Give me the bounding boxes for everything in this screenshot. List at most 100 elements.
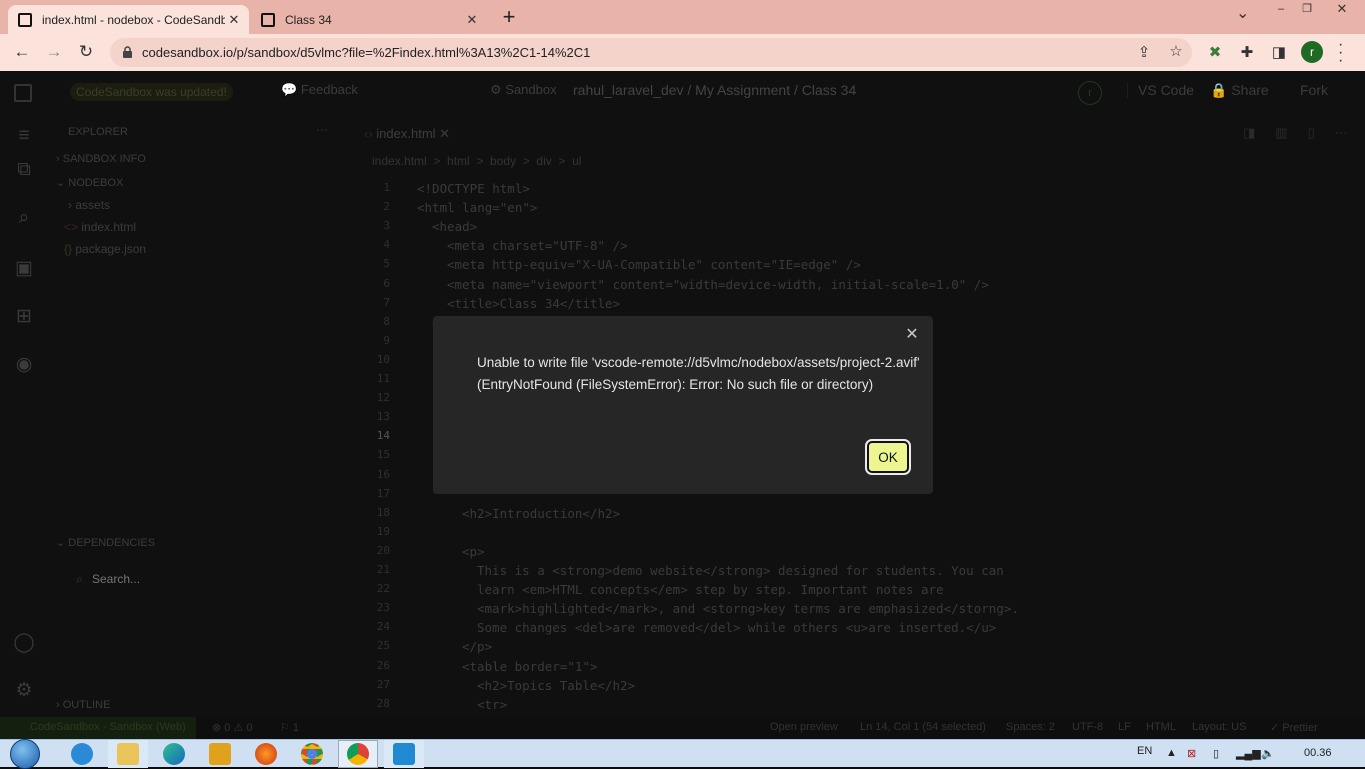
line-number: 10	[376, 352, 390, 366]
file-label: index.html	[81, 220, 137, 234]
firefox-icon[interactable]	[246, 740, 286, 768]
minimize-button[interactable]: –	[1270, 2, 1292, 16]
close-icon[interactable]: ✕	[903, 326, 921, 344]
internet-explorer-icon[interactable]	[62, 740, 102, 768]
code-line: <meta http-equiv="X-UA-Compatible" conte…	[447, 257, 861, 273]
extensions-puzzle-icon[interactable]: ✚	[1237, 43, 1257, 61]
tab-codesandbox[interactable]: index.html - nodebox - CodeSandbox ✕	[8, 5, 249, 34]
volume-icon[interactable]: 🔈	[1261, 747, 1275, 760]
chrome-active-icon[interactable]	[338, 740, 378, 768]
app-menu-icon[interactable]	[14, 84, 32, 102]
dependencies-section[interactable]: ⌄ DEPENDENCIES	[56, 536, 155, 549]
cursor-position[interactable]: Ln 14, Col 1 (54 selected)	[860, 721, 986, 733]
close-window-button[interactable]: ✕	[1326, 2, 1358, 16]
network-disconnected-icon[interactable]: ⊠	[1187, 747, 1196, 760]
code-line: </p>	[462, 639, 493, 655]
account-icon[interactable]: ◯	[12, 631, 36, 655]
codesandbox-favicon-icon	[18, 12, 32, 27]
tab-close-icon[interactable]: ✕	[463, 12, 481, 28]
encoding[interactable]: UTF-8	[1072, 721, 1103, 733]
github-icon[interactable]: ◉	[12, 353, 36, 377]
new-tab-button[interactable]: +	[498, 4, 520, 30]
feedback-button[interactable]: 💬 Feedback	[281, 82, 358, 98]
reload-button[interactable]: ↻	[75, 42, 97, 62]
sandbox-info-section[interactable]: › SANDBOX INFO	[56, 153, 146, 165]
line-number: 25	[376, 639, 390, 653]
fork-button[interactable]: Fork	[1300, 82, 1328, 98]
line-number: 9	[383, 333, 390, 347]
tab-search-button[interactable]: ⌄	[1236, 3, 1249, 23]
update-badge[interactable]: CodeSandbox was updated!	[70, 83, 233, 101]
share-page-icon[interactable]: ⇪	[1134, 43, 1154, 61]
battery-icon[interactable]: ▯	[1213, 747, 1219, 760]
keyboard-layout[interactable]: Layout: US	[1192, 721, 1246, 733]
editor-tab-index-html[interactable]: ‹› index.html ✕	[364, 126, 450, 142]
explorer-icon[interactable]: ⧉	[12, 159, 36, 183]
ports-indicator[interactable]: ⚐ 1	[280, 721, 299, 734]
file-explorer-icon[interactable]	[108, 740, 148, 768]
browser-menu-icon[interactable]: · · ·	[1338, 37, 1343, 69]
close-tab-icon[interactable]: ✕	[439, 126, 450, 141]
file-package-json[interactable]: {} package.json	[64, 242, 146, 256]
extensions-icon[interactable]: ⊞	[12, 305, 36, 329]
search-icon[interactable]: ⌕	[12, 207, 36, 231]
edge-icon[interactable]	[154, 740, 194, 768]
outline-section[interactable]: › OUTLINE	[56, 699, 110, 711]
firefox-glyph-icon	[255, 743, 277, 765]
back-button[interactable]: ←	[11, 42, 33, 62]
remote-indicator[interactable]: CodeSandbox - Sandbox (Web)	[0, 717, 196, 739]
code-line: <table border="1">	[462, 658, 598, 674]
show-hidden-icons[interactable]: ▲	[1166, 747, 1177, 759]
more-actions-icon[interactable]: ···	[316, 122, 328, 136]
prettier-status[interactable]: ✓ Prettier	[1270, 721, 1318, 734]
line-number: 2	[383, 200, 390, 214]
line-number: 14	[376, 429, 390, 443]
start-button[interactable]	[4, 739, 46, 769]
address-bar[interactable]: codesandbox.io/p/sandbox/d5vlmc?file=%2F…	[110, 38, 1192, 67]
profile-avatar[interactable]: r	[1301, 41, 1323, 63]
settings-gear-icon[interactable]: ⚙	[12, 679, 36, 703]
bookmark-star-icon[interactable]: ☆	[1166, 42, 1186, 60]
language-mode[interactable]: HTML	[1146, 721, 1176, 733]
share-label: Share	[1231, 82, 1269, 98]
problems-indicator[interactable]: ⊗ 0 ⚠ 0	[212, 721, 252, 734]
forward-button[interactable]: →	[43, 42, 65, 62]
status-bar: CodeSandbox - Sandbox (Web) ⊗ 0 ⚠ 0 ⚐ 1 …	[0, 717, 1365, 739]
hamburger-menu-icon[interactable]: ≡	[12, 125, 36, 149]
clock[interactable]: 00.36	[1304, 747, 1332, 759]
input-language[interactable]: EN	[1137, 745, 1152, 757]
restore-button[interactable]: ❐	[1296, 2, 1318, 16]
indentation[interactable]: Spaces: 2	[1006, 721, 1055, 733]
section-label: DEPENDENCIES	[68, 537, 156, 549]
line-number: 20	[376, 543, 390, 557]
vscode-button[interactable]: VS Code	[1127, 82, 1204, 98]
end-of-line[interactable]: LF	[1118, 721, 1131, 733]
file-index-html[interactable]: <> index.html	[64, 220, 136, 234]
vscode-taskbar-icon[interactable]	[384, 740, 424, 768]
code-line: Some changes <del>are removed</del> whil…	[477, 620, 997, 636]
chrome-icon[interactable]	[292, 740, 332, 768]
dependency-search-input[interactable]	[92, 569, 322, 589]
signal-icon[interactable]: ▂▄▆	[1236, 747, 1261, 760]
tab-close-icon[interactable]: ✕	[225, 12, 243, 28]
editor-breadcrumb[interactable]: index.html > html > body > div > ul	[372, 154, 581, 168]
share-button[interactable]: 🔒 Share	[1210, 82, 1269, 99]
vscode-glyph-icon	[393, 743, 415, 765]
nodebox-section[interactable]: ⌄ NODEBOX	[56, 176, 123, 189]
code-line: <p>	[462, 543, 485, 559]
ie-glyph-icon	[71, 743, 93, 765]
windows-taskbar: EN ▲ ⊠ ▯ ▂▄▆ 🔈 00.36	[0, 739, 1365, 769]
folder-assets[interactable]: › assets	[68, 198, 110, 212]
terminal-icon[interactable]: ▣	[12, 257, 36, 281]
tab-class-34[interactable]: Class 34 ✕	[251, 5, 487, 34]
collaborator-avatar[interactable]: r	[1078, 81, 1102, 105]
project-breadcrumb[interactable]: rahul_laravel_dev / My Assignment / Clas…	[573, 82, 856, 98]
side-panel-icon[interactable]: ◨	[1269, 43, 1289, 61]
html-file-icon: ‹›	[364, 126, 373, 141]
ok-button[interactable]: OK	[865, 439, 911, 475]
extension-icon[interactable]: ✖	[1205, 43, 1225, 61]
open-preview[interactable]: Open preview	[770, 721, 838, 733]
codesandbox-favicon-icon	[261, 12, 275, 27]
section-label: SANDBOX INFO	[62, 153, 146, 165]
media-player-icon[interactable]	[200, 740, 240, 768]
